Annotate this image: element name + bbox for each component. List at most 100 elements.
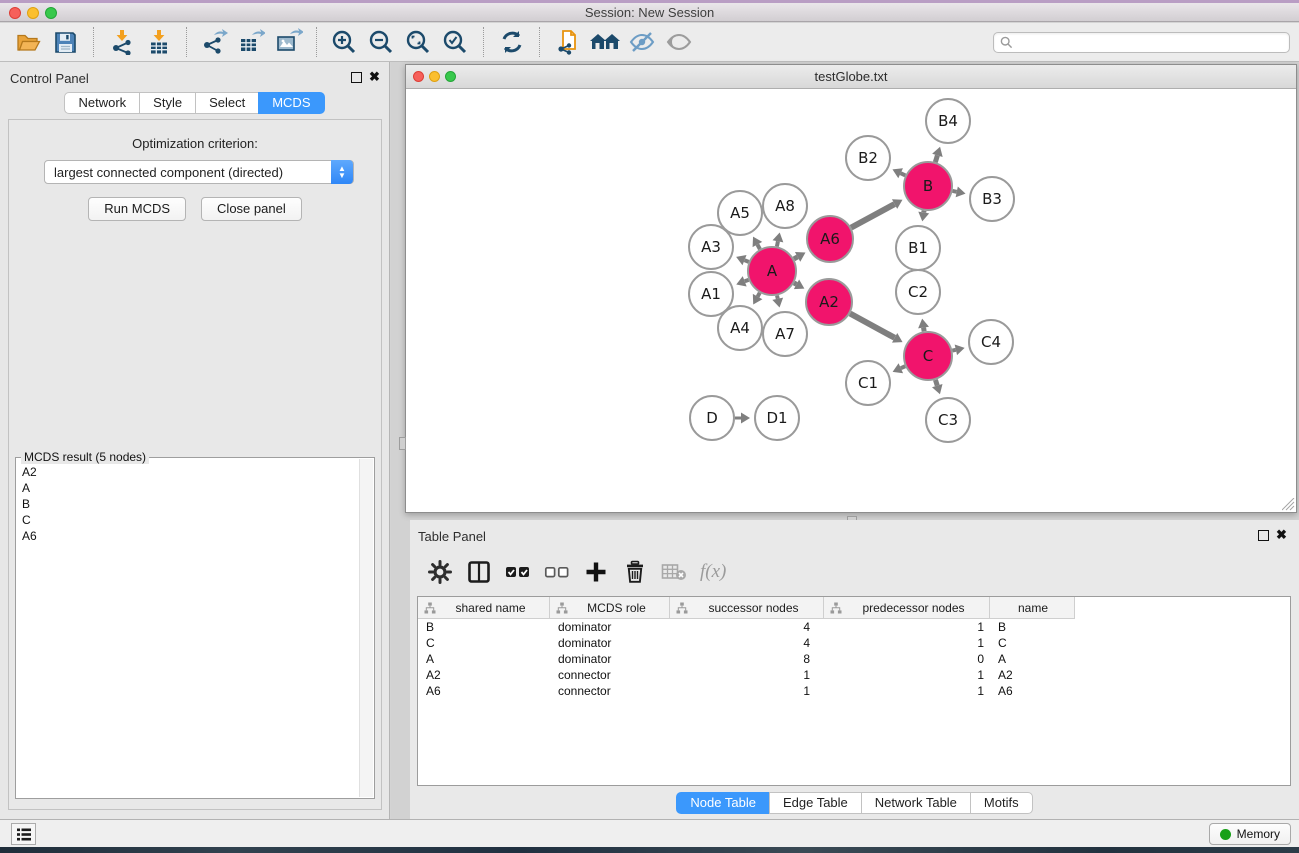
delete-table-icon[interactable] <box>661 559 687 585</box>
graph-node-B3[interactable]: B3 <box>970 177 1014 221</box>
graph-node-D[interactable]: D <box>690 396 734 440</box>
graph-node-A[interactable]: A <box>748 247 796 295</box>
toggle-panes-icon[interactable] <box>466 559 492 585</box>
graph-edge-A-A6[interactable] <box>794 257 798 259</box>
table-row[interactable]: Adominator80A <box>418 651 1290 667</box>
tab-mcds[interactable]: MCDS <box>258 92 324 114</box>
graph-node-A3[interactable]: A3 <box>689 225 733 269</box>
task-history-button[interactable] <box>11 823 36 845</box>
graph-edge-A6-B[interactable] <box>851 204 894 228</box>
splitter-handle[interactable] <box>399 437 406 450</box>
network-canvas[interactable]: AA6 A2 B C A1A3 A4 A5 A7 A8 B1 B2 B3B4 C1 C2 C3 C4 D D1 <box>406 89 1296 512</box>
search-field[interactable] <box>993 32 1290 53</box>
graph-edge-B-B3[interactable] <box>952 191 956 192</box>
zoom-in-icon[interactable] <box>326 26 363 58</box>
criterion-dropdown[interactable]: largest connected component (directed) ▲… <box>44 160 354 184</box>
graph-edge-A-A3[interactable] <box>745 260 749 262</box>
float-icon[interactable] <box>351 72 362 83</box>
graph-node-B[interactable]: B <box>904 162 952 210</box>
list-item[interactable]: A2 <box>17 464 359 480</box>
list-item[interactable]: C <box>17 512 359 528</box>
network-window-titlebar[interactable]: testGlobe.txt <box>406 65 1296 89</box>
column-header[interactable]: name <box>990 597 1075 619</box>
graph-node-A1[interactable]: A1 <box>689 272 733 316</box>
tab-edge-table[interactable]: Edge Table <box>769 792 862 814</box>
deselect-all-icon[interactable] <box>544 559 570 585</box>
save-session-icon[interactable] <box>47 26 84 58</box>
graph-node-C[interactable]: C <box>904 332 952 380</box>
graph-edge-B-B4[interactable] <box>935 155 937 162</box>
resize-grip-icon[interactable] <box>1282 498 1295 511</box>
close-panel-button[interactable]: Close panel <box>201 197 302 221</box>
graph-edge-A-A5[interactable] <box>757 245 760 250</box>
column-header[interactable]: predecessor nodes <box>824 597 990 619</box>
zoom-fit-icon[interactable] <box>400 26 437 58</box>
list-item[interactable]: A <box>17 480 359 496</box>
table-row[interactable]: A2connector11A2 <box>418 667 1290 683</box>
table-row[interactable]: Cdominator41C <box>418 635 1290 651</box>
graph-node-C4[interactable]: C4 <box>969 320 1013 364</box>
tab-style[interactable]: Style <box>139 92 196 114</box>
graph-edge-C-C3[interactable] <box>935 380 937 386</box>
import-table-icon[interactable] <box>140 26 177 58</box>
graph-node-A5[interactable]: A5 <box>718 191 762 235</box>
run-mcds-button[interactable]: Run MCDS <box>88 197 186 221</box>
graph-node-C2[interactable]: C2 <box>896 270 940 314</box>
tab-select[interactable]: Select <box>195 92 259 114</box>
graph-edge-A-A4[interactable] <box>758 293 760 297</box>
show-all-eye-icon[interactable] <box>660 26 697 58</box>
close-icon[interactable]: ✖ <box>1276 529 1287 540</box>
search-input[interactable] <box>1013 34 1289 51</box>
graph-edge-A-A8[interactable] <box>777 241 778 246</box>
network-from-selection-icon[interactable] <box>549 26 586 58</box>
graph-edge-A-A1[interactable] <box>745 280 749 281</box>
export-network-icon[interactable] <box>196 26 233 58</box>
apply-layout-icon[interactable] <box>493 26 530 58</box>
hide-selected-eye-icon[interactable] <box>623 26 660 58</box>
result-scrollbar[interactable] <box>359 459 373 797</box>
graph-edge-C-C1[interactable] <box>901 366 905 368</box>
float-icon[interactable] <box>1258 530 1269 541</box>
zoom-out-icon[interactable] <box>363 26 400 58</box>
graph-edge-B-B2[interactable] <box>901 173 906 175</box>
column-header[interactable]: MCDS role <box>550 597 670 619</box>
open-session-icon[interactable] <box>10 26 47 58</box>
graph-node-A7[interactable]: A7 <box>763 312 807 356</box>
network-graph[interactable]: AA6 A2 B C A1A3 A4 A5 A7 A8 B1 B2 B3B4 C1 C2 C3 C4 D D1 <box>406 89 1296 512</box>
graph-edge-C-C4[interactable] <box>952 350 955 351</box>
graph-node-A4[interactable]: A4 <box>718 306 762 350</box>
graph-edge-A2-C[interactable] <box>850 313 895 337</box>
delete-column-trash-icon[interactable] <box>622 559 648 585</box>
graph-node-B4[interactable]: B4 <box>926 99 970 143</box>
graph-edge-C-C2[interactable] <box>924 328 925 332</box>
tab-network[interactable]: Network <box>64 92 140 114</box>
table-settings-gear-icon[interactable] <box>427 559 453 585</box>
export-image-icon[interactable] <box>270 26 307 58</box>
memory-button[interactable]: Memory <box>1209 823 1291 845</box>
select-all-icon[interactable] <box>505 559 531 585</box>
close-icon[interactable]: ✖ <box>369 71 380 82</box>
apply-function-icon[interactable]: f(x) <box>700 559 726 585</box>
graph-node-C1[interactable]: C1 <box>846 361 890 405</box>
graph-node-B2[interactable]: B2 <box>846 136 890 180</box>
list-item[interactable]: B <box>17 496 359 512</box>
column-header[interactable]: successor nodes <box>670 597 824 619</box>
table-row[interactable]: A6connector11A6 <box>418 683 1290 699</box>
home-icon[interactable] <box>586 26 623 58</box>
import-network-icon[interactable] <box>103 26 140 58</box>
graph-node-A2[interactable]: A2 <box>806 279 852 325</box>
add-column-icon[interactable] <box>583 559 609 585</box>
column-header[interactable]: shared name <box>418 597 550 619</box>
tab-network-table[interactable]: Network Table <box>861 792 971 814</box>
graph-node-A8[interactable]: A8 <box>763 184 807 228</box>
export-table-icon[interactable] <box>233 26 270 58</box>
graph-node-D1[interactable]: D1 <box>755 396 799 440</box>
graph-edge-A-A7[interactable] <box>777 295 778 298</box>
tab-node-table[interactable]: Node Table <box>676 792 770 814</box>
list-item[interactable]: A6 <box>17 528 359 544</box>
graph-node-C3[interactable]: C3 <box>926 398 970 442</box>
graph-edge-A-A2[interactable] <box>794 283 797 284</box>
graph-node-A6[interactable]: A6 <box>807 216 853 262</box>
table-row[interactable]: Bdominator41B <box>418 619 1290 635</box>
graph-node-B1[interactable]: B1 <box>896 226 940 270</box>
